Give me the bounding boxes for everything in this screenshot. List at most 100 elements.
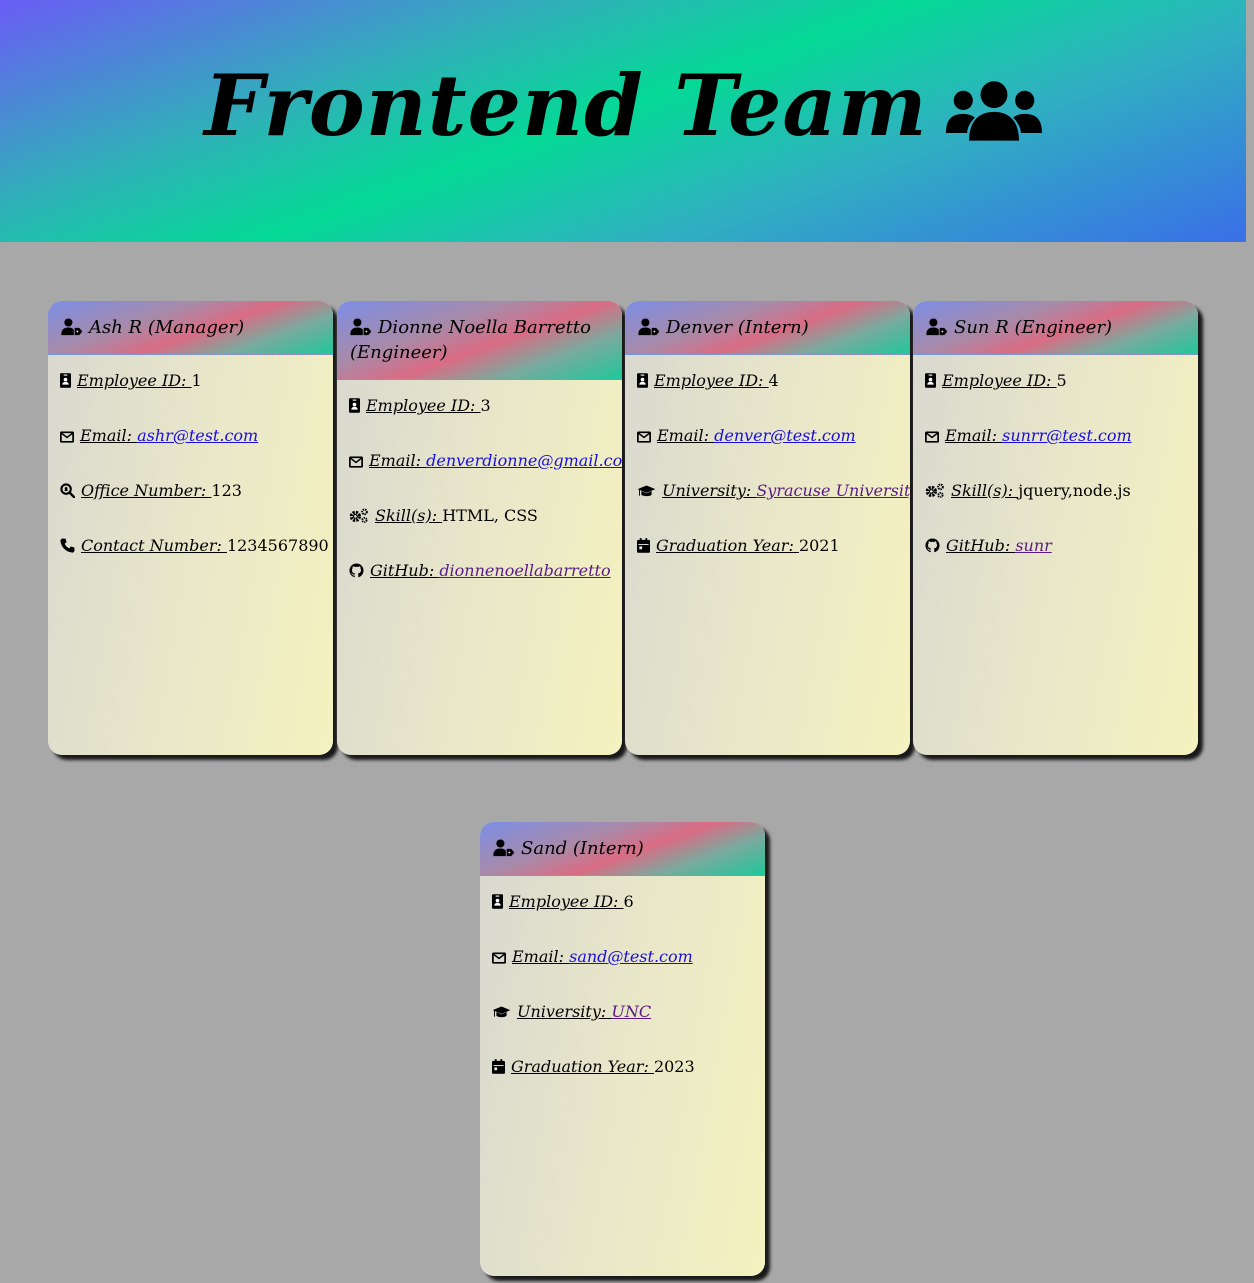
graduation-year-value: 2023 bbox=[653, 1057, 695, 1076]
graduation-year-label: Graduation Year: bbox=[656, 536, 799, 555]
employee-id-value: 1 bbox=[191, 371, 202, 390]
employee-card-manager: Ash R (Manager) Employee ID: 1 Email: as… bbox=[48, 301, 333, 755]
employee-name: Sun R (Engineer) bbox=[954, 317, 1113, 338]
skills-row: Skill(s): jquery,node.js bbox=[925, 479, 1188, 534]
skills-label: Skill(s): bbox=[375, 506, 443, 525]
university-label: University: bbox=[662, 481, 757, 500]
id-badge-icon bbox=[637, 373, 648, 388]
employee-name: Ash R (Manager) bbox=[89, 317, 245, 338]
employee-id-value: 4 bbox=[768, 371, 779, 390]
skills-label: Skill(s): bbox=[951, 481, 1019, 500]
email-row: Email: denverdionne@gmail.com bbox=[349, 449, 622, 504]
employee-id-value: 6 bbox=[623, 892, 634, 911]
card-body: Employee ID: 5 Email: sunrr@test.com Ski… bbox=[913, 355, 1198, 589]
employee-id-label: Employee ID: bbox=[654, 371, 769, 390]
email-label: Email: bbox=[80, 426, 138, 445]
university-row: University: UNC bbox=[492, 1000, 755, 1055]
graduation-year-row: Graduation Year: 2023 bbox=[492, 1055, 755, 1110]
email-link[interactable]: sunrr@test.com bbox=[1002, 426, 1132, 445]
employee-id-label: Employee ID: bbox=[366, 396, 481, 415]
users-icon bbox=[946, 79, 1042, 141]
employee-name: Sand (Intern) bbox=[521, 838, 644, 859]
page-title-text: Frontend Team bbox=[204, 56, 928, 155]
office-number-label: Office Number: bbox=[81, 481, 212, 500]
phone-icon bbox=[60, 538, 75, 553]
skills-value: HTML, CSS bbox=[442, 506, 538, 525]
skills-value: jquery,node.js bbox=[1018, 481, 1131, 500]
envelope-icon bbox=[60, 431, 74, 443]
employee-id-row: Employee ID: 5 bbox=[925, 369, 1188, 424]
email-link[interactable]: denver@test.com bbox=[714, 426, 856, 445]
employee-id-value: 5 bbox=[1056, 371, 1067, 390]
user-tag-icon bbox=[61, 318, 83, 336]
contact-number-row: Contact Number: 1234567890 bbox=[60, 534, 329, 589]
employee-card-engineer: Sun R (Engineer) Employee ID: 5 Email: s… bbox=[913, 301, 1198, 755]
envelope-icon bbox=[349, 456, 363, 468]
employee-id-label: Employee ID: bbox=[509, 892, 624, 911]
github-icon bbox=[349, 563, 364, 578]
card-header: Dionne Noella Barretto (Engineer) bbox=[337, 301, 622, 380]
calendar-icon bbox=[492, 1059, 505, 1074]
email-row: Email: sunrr@test.com bbox=[925, 424, 1188, 479]
page-title: Frontend Team bbox=[0, 56, 1246, 155]
email-row: Email: sand@test.com bbox=[492, 945, 755, 1000]
university-label: University: bbox=[517, 1002, 612, 1021]
github-icon bbox=[925, 538, 940, 553]
university-link[interactable]: Syracuse University bbox=[756, 481, 910, 500]
github-row: GitHub: sunr bbox=[925, 534, 1188, 589]
card-header: Sand (Intern) bbox=[480, 822, 765, 876]
graduation-cap-icon bbox=[637, 485, 656, 498]
email-label: Email: bbox=[369, 451, 427, 470]
email-link[interactable]: sand@test.com bbox=[569, 947, 693, 966]
contact-number-value: 1234567890 bbox=[226, 536, 329, 555]
user-tag-icon bbox=[926, 318, 948, 336]
employee-id-row: Employee ID: 1 bbox=[60, 369, 323, 424]
id-badge-icon bbox=[492, 894, 503, 909]
github-row: GitHub: dionnenoellabarretto bbox=[349, 559, 612, 614]
email-row: Email: denver@test.com bbox=[637, 424, 900, 479]
employee-card-engineer: Dionne Noella Barretto (Engineer) Employ… bbox=[337, 301, 622, 755]
graduation-year-label: Graduation Year: bbox=[511, 1057, 654, 1076]
search-location-icon bbox=[60, 483, 75, 498]
cogs-icon bbox=[925, 483, 945, 498]
employee-id-row: Employee ID: 6 bbox=[492, 890, 755, 945]
employee-id-label: Employee ID: bbox=[942, 371, 1057, 390]
email-label: Email: bbox=[657, 426, 715, 445]
calendar-icon bbox=[637, 538, 650, 553]
employee-id-value: 3 bbox=[480, 396, 491, 415]
employee-card-intern: Denver (Intern) Employee ID: 4 Email: de… bbox=[625, 301, 910, 755]
email-link[interactable]: denverdionne@gmail.com bbox=[426, 451, 622, 470]
employee-id-row: Employee ID: 3 bbox=[349, 394, 612, 449]
envelope-icon bbox=[637, 431, 651, 443]
user-tag-icon bbox=[638, 318, 660, 336]
graduation-year-value: 2021 bbox=[798, 536, 840, 555]
github-link[interactable]: dionnenoellabarretto bbox=[439, 561, 610, 580]
employee-name: Denver (Intern) bbox=[666, 317, 809, 338]
contact-number-label: Contact Number: bbox=[81, 536, 227, 555]
email-label: Email: bbox=[945, 426, 1003, 445]
graduation-cap-icon bbox=[492, 1006, 511, 1019]
id-badge-icon bbox=[349, 398, 360, 413]
page-header: Frontend Team bbox=[0, 0, 1246, 242]
card-header: Ash R (Manager) bbox=[48, 301, 333, 355]
github-label: GitHub: bbox=[946, 536, 1016, 555]
cogs-icon bbox=[349, 508, 369, 523]
university-row: University: Syracuse University bbox=[637, 479, 910, 534]
github-label: GitHub: bbox=[370, 561, 440, 580]
card-body: Employee ID: 4 Email: denver@test.com Un… bbox=[625, 355, 910, 589]
envelope-icon bbox=[492, 952, 506, 964]
university-link[interactable]: UNC bbox=[611, 1002, 651, 1021]
envelope-icon bbox=[925, 431, 939, 443]
office-number-value: 123 bbox=[211, 481, 242, 500]
id-badge-icon bbox=[60, 373, 71, 388]
graduation-year-row: Graduation Year: 2021 bbox=[637, 534, 900, 589]
id-badge-icon bbox=[925, 373, 936, 388]
employee-id-label: Employee ID: bbox=[77, 371, 192, 390]
email-row: Email: ashr@test.com bbox=[60, 424, 323, 479]
github-link[interactable]: sunr bbox=[1015, 536, 1051, 555]
card-body: Employee ID: 6 Email: sand@test.com Univ… bbox=[480, 876, 765, 1110]
user-tag-icon bbox=[493, 839, 515, 857]
email-link[interactable]: ashr@test.com bbox=[137, 426, 258, 445]
employee-card-intern: Sand (Intern) Employee ID: 6 Email: sand… bbox=[480, 822, 765, 1276]
email-label: Email: bbox=[512, 947, 570, 966]
